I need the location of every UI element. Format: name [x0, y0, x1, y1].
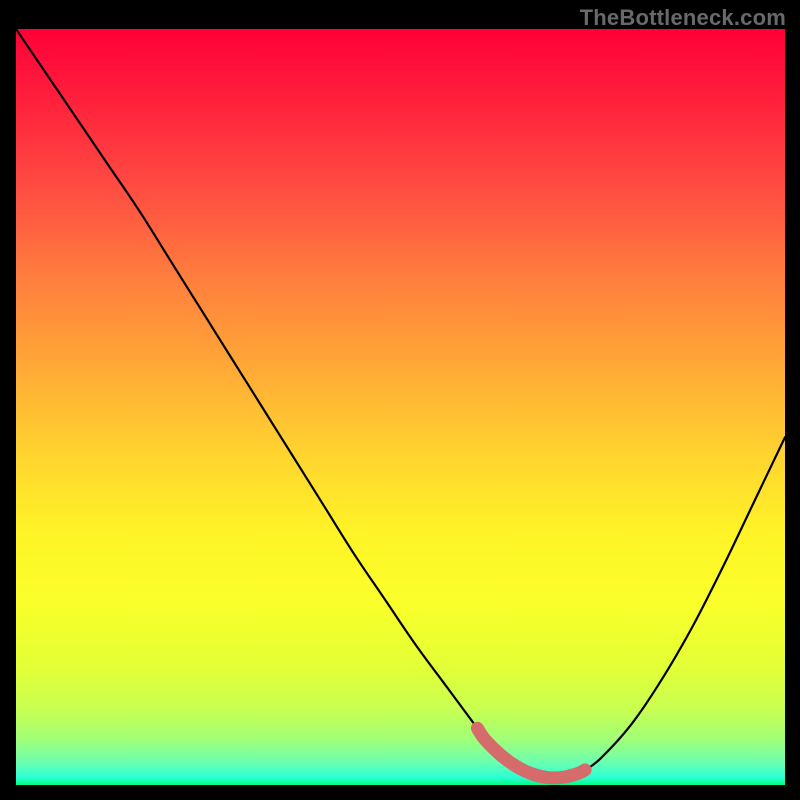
- main-curve: [16, 29, 785, 778]
- watermark-text: TheBottleneck.com: [580, 5, 786, 31]
- plot-area: [16, 29, 785, 785]
- curve-layer: [16, 29, 785, 785]
- chart-frame: TheBottleneck.com: [0, 0, 800, 800]
- highlight-segment: [477, 728, 585, 778]
